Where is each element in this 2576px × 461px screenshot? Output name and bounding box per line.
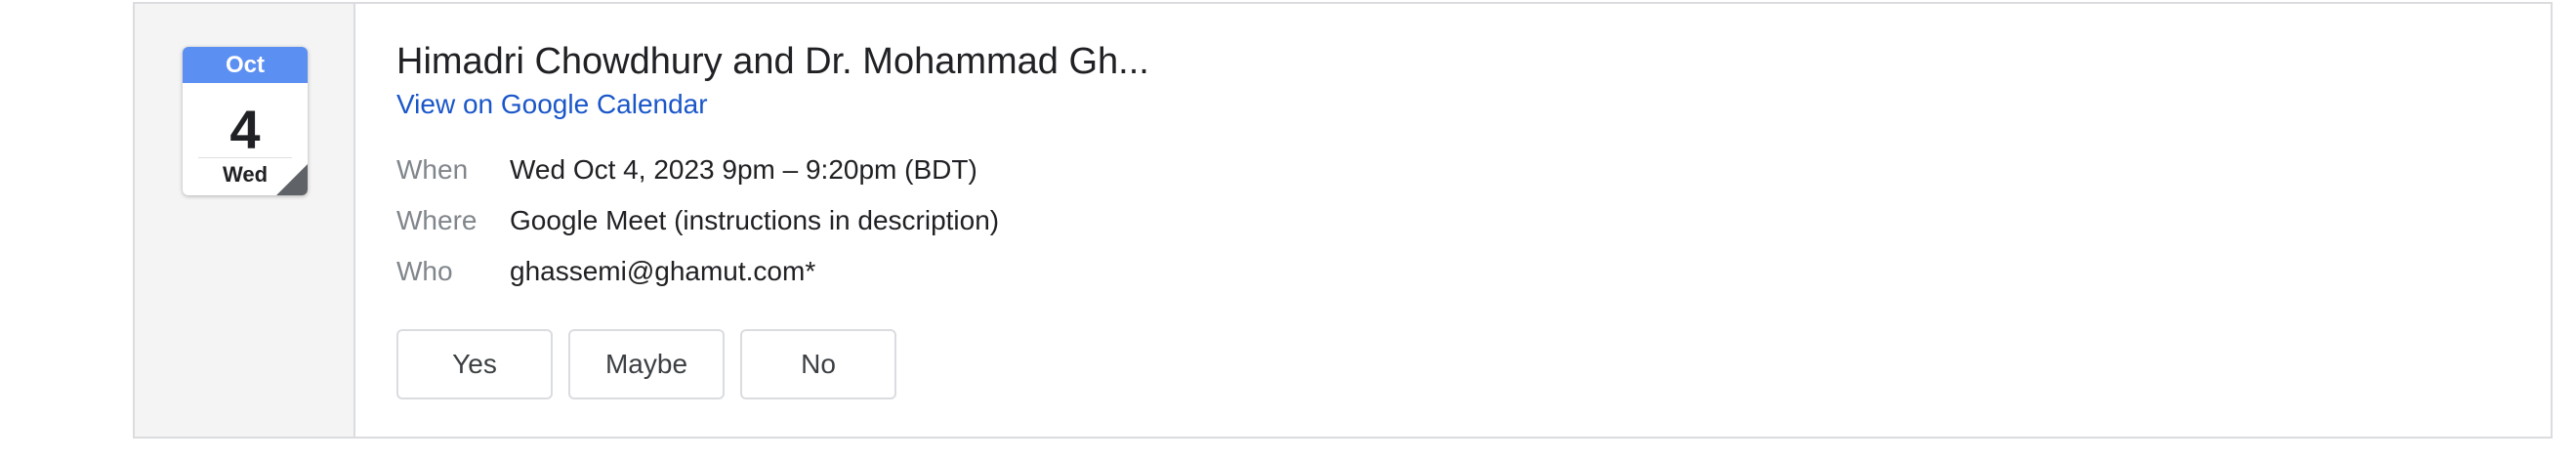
event-invite-card: Oct 4 Wed Himadri Chowdhury and Dr. Moha… xyxy=(133,2,2553,439)
rsvp-no-button[interactable]: No xyxy=(740,329,896,399)
when-label: When xyxy=(396,154,469,185)
page-fold-icon xyxy=(276,164,308,195)
view-on-google-calendar-link[interactable]: View on Google Calendar xyxy=(396,88,708,121)
where-label: Where xyxy=(396,205,478,235)
who-value: ghassemi@ghamut.com* xyxy=(510,256,816,286)
who-label: Who xyxy=(396,256,453,286)
event-details: Himadri Chowdhury and Dr. Mohammad Gh...… xyxy=(355,4,2551,437)
when-value: Wed Oct 4, 2023 9pm – 9:20pm (BDT) xyxy=(510,154,977,185)
when-row: When Wed Oct 4, 2023 9pm – 9:20pm (BDT) xyxy=(396,153,977,187)
date-pane: Oct 4 Wed xyxy=(135,4,355,437)
event-title: Himadri Chowdhury and Dr. Mohammad Gh... xyxy=(396,41,1149,82)
date-day: 4 xyxy=(229,99,261,160)
date-divider xyxy=(198,157,292,158)
date-month: Oct xyxy=(183,47,308,83)
where-row: Where Google Meet (instructions in descri… xyxy=(396,204,999,237)
calendar-date-icon: Oct 4 Wed xyxy=(183,47,308,195)
rsvp-yes-button[interactable]: Yes xyxy=(396,329,553,399)
rsvp-maybe-button[interactable]: Maybe xyxy=(568,329,725,399)
who-row: Who ghassemi@ghamut.com* xyxy=(396,255,815,288)
where-value: Google Meet (instructions in description… xyxy=(510,205,1000,235)
